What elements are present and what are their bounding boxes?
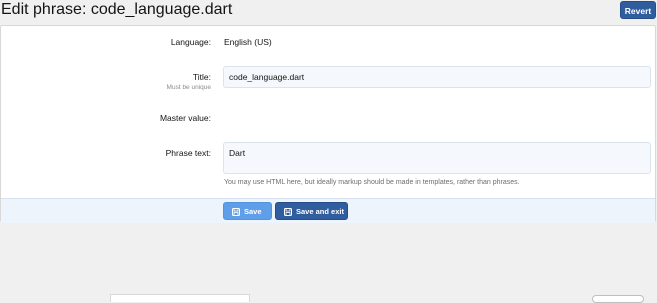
save-icon xyxy=(232,208,240,216)
edit-phrase-form: Language: English (US) Title: Must be un… xyxy=(0,25,656,223)
title-input[interactable]: code_language.dart xyxy=(223,66,651,88)
page-header: Edit phrase: code_language.dart Revert xyxy=(0,0,657,24)
save-button-label: Save xyxy=(244,207,262,216)
bottom-button[interactable] xyxy=(592,295,644,303)
bottom-strip xyxy=(0,294,657,300)
master-value-label: Master value: xyxy=(159,113,211,123)
page-title: Edit phrase: code_language.dart xyxy=(1,1,233,18)
save-and-exit-button-label: Save and exit xyxy=(296,207,344,216)
phrase-text-textarea[interactable]: Dart xyxy=(223,142,651,174)
phrase-text-explain: You may use HTML here, but ideally marku… xyxy=(224,179,520,186)
revert-button[interactable]: Revert xyxy=(620,1,656,19)
phrase-text-label: Phrase text: xyxy=(165,148,211,158)
save-button[interactable]: Save xyxy=(223,202,272,220)
save-icon xyxy=(284,208,292,216)
title-label: Title: xyxy=(192,72,211,82)
language-value: English (US) xyxy=(224,37,272,47)
bottom-tab[interactable] xyxy=(110,294,250,302)
language-label: Language: xyxy=(170,37,211,47)
title-hint: Must be unique xyxy=(166,84,211,91)
submit-row: Save Save and exit xyxy=(1,198,655,223)
save-and-exit-button[interactable]: Save and exit xyxy=(275,202,348,220)
